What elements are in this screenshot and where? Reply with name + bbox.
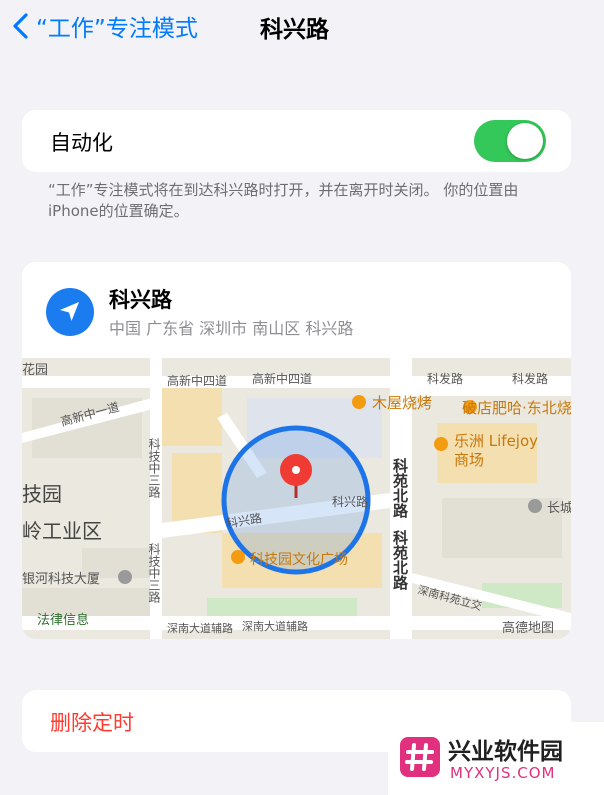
building-icon: [118, 570, 132, 584]
location-name: 科兴路: [109, 288, 172, 312]
watermark-url: MYXYJS.COM: [450, 764, 556, 782]
page-title: 科兴路: [260, 17, 329, 43]
map-label: 银河科技大厦: [22, 572, 100, 587]
map-label: 技园: [22, 482, 62, 506]
map-label: 科发路: [512, 371, 548, 386]
location-address: 中国 广东省 深圳市 南山区 科兴路: [109, 319, 354, 338]
watermark-name: 兴业软件园: [448, 739, 563, 765]
hash-logo-icon: [400, 737, 440, 777]
chevron-left-icon: [13, 13, 28, 39]
map-label: 科发路: [427, 371, 463, 386]
map-canvas: 花园 高新中四道 高新中四道 科发路 科发路 高新中一道 木屋烧烤 破店肥哈·东…: [22, 358, 571, 639]
delete-label: 删除定时: [50, 711, 134, 735]
map-label: 花园: [22, 362, 48, 378]
map-label: 科技园文化广场: [250, 552, 348, 568]
building-icon-2: [528, 499, 542, 513]
map-label: 高新中四道: [252, 371, 312, 386]
map-label: 科兴路: [332, 494, 368, 509]
map-label: 科技中三路: [147, 543, 161, 604]
map-view[interactable]: 花园 高新中四道 高新中四道 科发路 科发路 高新中一道 木屋烧烤 破店肥哈·东…: [22, 358, 571, 639]
shopping-icon: [434, 437, 448, 451]
map-label: 商场: [454, 451, 484, 469]
location-card[interactable]: 科兴路 中国 广东省 深圳市 南山区 科兴路 花园 高新中四道 高新中四道 科发…: [22, 262, 571, 639]
restaurant-icon: [352, 395, 366, 409]
map-label: 乐洲 Lifejoy: [454, 432, 538, 450]
map-attribution: 高德地图: [502, 620, 554, 636]
watermark: 兴业软件园 MYXYJS.COM: [388, 722, 604, 795]
map-label: 长城: [547, 501, 571, 516]
location-arrow-icon: [46, 288, 94, 336]
map-label: 深南大道辅路: [242, 619, 308, 633]
map-label: 岭工业区: [22, 519, 102, 543]
map-label: 破店肥哈·东北烧: [462, 399, 571, 417]
map-label: 科技中三路: [147, 438, 161, 499]
toggle-knob: [507, 123, 543, 159]
map-label: 深南大道辅路: [167, 621, 233, 635]
map-label: 高新中四道: [167, 373, 227, 388]
automation-toggle[interactable]: [474, 120, 546, 162]
automation-card: 自动化: [22, 110, 571, 172]
map-label: 科苑北路: [391, 457, 409, 518]
automation-label: 自动化: [50, 131, 113, 155]
map-label: 木屋烧烤: [372, 394, 432, 412]
back-button[interactable]: “工作”专注模式: [10, 8, 198, 44]
nav-bar: “工作”专注模式 科兴路: [0, 0, 604, 54]
map-label: 科苑北路: [391, 529, 409, 590]
automation-footnote: “工作”专注模式将在到达科兴路时打开，并在离开时关闭。 你的位置由iPhone的…: [48, 181, 519, 220]
back-label: “工作”专注模式: [36, 16, 198, 42]
plaza-icon: [231, 550, 245, 564]
map-label: 法律信息: [37, 612, 89, 628]
